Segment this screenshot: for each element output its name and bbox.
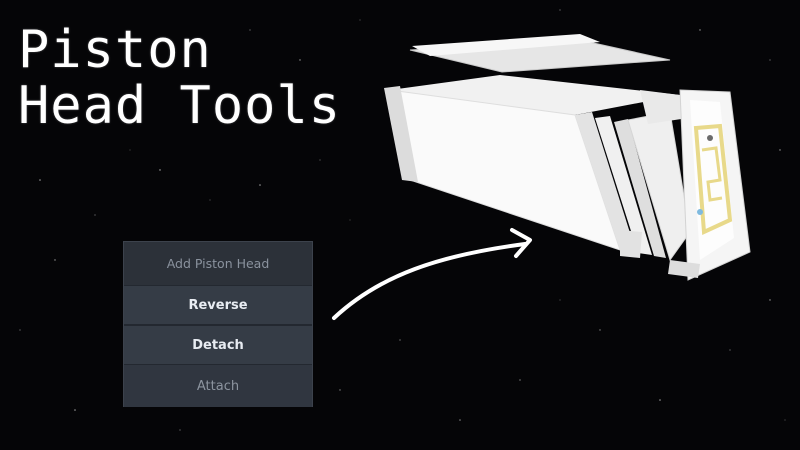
menu-item-attach[interactable]: Attach [124, 365, 312, 407]
title-line-2: Head Tools [18, 76, 342, 136]
title-line-1: Piston [18, 20, 212, 80]
piston-head-context-menu: Add Piston Head Reverse Detach Attach [123, 241, 313, 407]
menu-header-add-piston-head[interactable]: Add Piston Head [124, 242, 312, 285]
menu-item-reverse[interactable]: Reverse [124, 285, 312, 325]
pointer-arrow [332, 228, 532, 320]
page-title: Piston Head Tools [18, 22, 341, 134]
menu-item-detach[interactable]: Detach [124, 325, 312, 365]
